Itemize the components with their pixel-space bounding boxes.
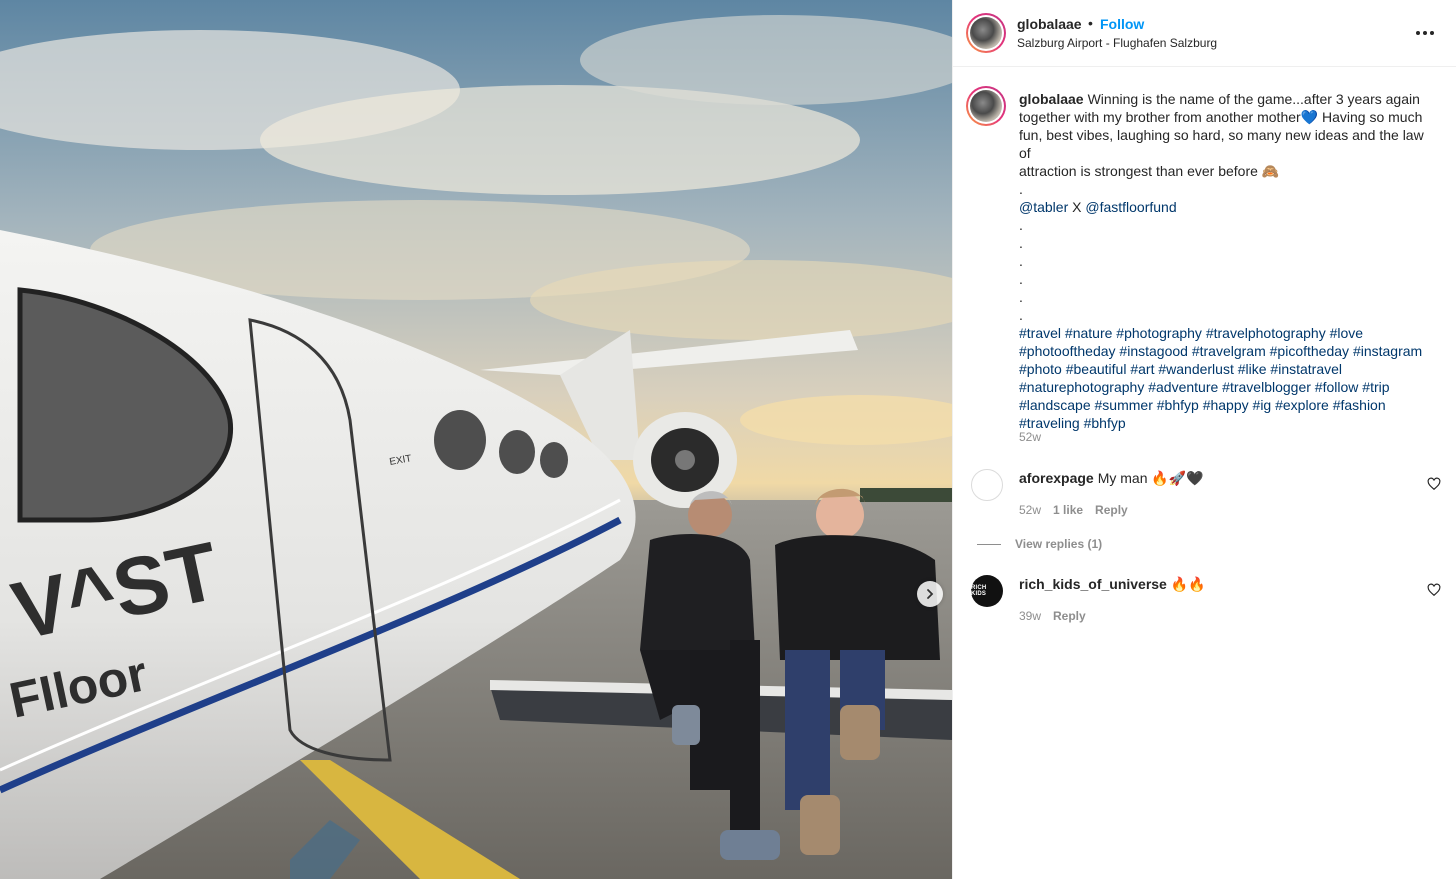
hashtag-line: #naturephotography #adventure #travelblo… xyxy=(1019,378,1439,396)
photo-illustration: EXIT V^ST FIloor xyxy=(0,0,952,879)
mention-tabler[interactable]: @tabler xyxy=(1019,199,1068,215)
view-replies-label[interactable]: View replies (1) xyxy=(1015,537,1102,551)
separator-dot: • xyxy=(1088,15,1093,31)
post-timestamp[interactable]: 52w xyxy=(1019,430,1041,444)
comment-likes[interactable]: 1 like xyxy=(1053,503,1083,517)
hashtag-link[interactable]: #travelblogger xyxy=(1222,379,1311,395)
comment-text: 🔥🔥 xyxy=(1170,576,1206,592)
caption-dot: . xyxy=(1019,235,1023,251)
heart-icon[interactable] xyxy=(1427,477,1441,491)
chevron-right-icon xyxy=(927,589,934,599)
hashtag-link[interactable]: #trip xyxy=(1362,379,1389,395)
hashtag-link[interactable]: #instagood xyxy=(1119,343,1188,359)
hashtag-line: #landscape #summer #bhfyp #happy #ig #ex… xyxy=(1019,396,1439,414)
post-location[interactable]: Salzburg Airport - Flughafen Salzburg xyxy=(1017,36,1217,50)
avatar-text: RICH KIDS xyxy=(971,585,987,597)
comment-username[interactable]: aforexpage xyxy=(1019,470,1094,486)
hashtag-line: #travel #nature #photography #travelphot… xyxy=(1019,324,1439,342)
hashtag-link[interactable]: #ig xyxy=(1253,397,1272,413)
hashtag-link[interactable]: #wanderlust xyxy=(1158,361,1234,377)
post-details-panel: globalaae • Follow Salzburg Airport - Fl… xyxy=(952,0,1456,879)
next-photo-button[interactable] xyxy=(917,581,943,607)
mention-separator: X xyxy=(1068,199,1086,215)
hashtag-link[interactable]: #photooftheday xyxy=(1019,343,1116,359)
heart-icon[interactable] xyxy=(1427,583,1441,597)
comment-time[interactable]: 52w xyxy=(1019,503,1041,517)
caption-dot: . xyxy=(1019,289,1023,305)
reply-button[interactable]: Reply xyxy=(1095,503,1128,517)
hashtag-link[interactable]: #picoftheday xyxy=(1270,343,1349,359)
post-caption: globalaae Winning is the name of the game… xyxy=(1019,90,1439,432)
hashtag-list: #travel #nature #photography #travelphot… xyxy=(1019,324,1439,432)
caption-dot: . xyxy=(1019,181,1023,197)
post-photo: EXIT V^ST FIloor xyxy=(0,0,952,879)
hashtag-link[interactable]: #adventure xyxy=(1148,379,1218,395)
hashtag-link[interactable]: #photography xyxy=(1116,325,1202,341)
comment-meta: 39w Reply xyxy=(1019,609,1086,623)
caption-line-2: together with my brother from another mo… xyxy=(1019,109,1423,125)
hashtag-link[interactable]: #love xyxy=(1330,325,1363,341)
replies-divider xyxy=(977,543,1001,545)
caption-dot: . xyxy=(1019,307,1023,323)
hashtag-link[interactable]: #landscape xyxy=(1019,397,1091,413)
follow-button[interactable]: Follow xyxy=(1100,16,1144,32)
caption-line-3: fun, best vibes, laughing so hard, so ma… xyxy=(1019,127,1424,161)
hashtag-link[interactable]: #like xyxy=(1238,361,1267,377)
hashtag-link[interactable]: #happy xyxy=(1203,397,1249,413)
comment-text: My man 🔥🚀🖤 xyxy=(1097,470,1204,486)
caption-username[interactable]: globalaae xyxy=(1019,91,1084,107)
hashtag-link[interactable]: #photo xyxy=(1019,361,1062,377)
caption-line-4: attraction is strongest than ever before… xyxy=(1019,163,1280,179)
reply-button[interactable]: Reply xyxy=(1053,609,1086,623)
hashtag-link[interactable]: #naturephotography xyxy=(1019,379,1144,395)
hashtag-link[interactable]: #bhfyp xyxy=(1084,415,1126,431)
header-username[interactable]: globalaae xyxy=(1017,16,1082,32)
hashtag-link[interactable]: #fashion xyxy=(1333,397,1386,413)
hashtag-link[interactable]: #art xyxy=(1130,361,1154,377)
hashtag-link[interactable]: #explore xyxy=(1275,397,1329,413)
hashtag-link[interactable]: #instagram xyxy=(1353,343,1422,359)
hashtag-link[interactable]: #travelgram xyxy=(1192,343,1266,359)
hashtag-link[interactable]: #summer xyxy=(1095,397,1153,413)
comment-username[interactable]: rich_kids_of_universe xyxy=(1019,576,1167,592)
caption-dot: . xyxy=(1019,271,1023,287)
mention-fastfloorfund[interactable]: @fastfloorfund xyxy=(1085,199,1176,215)
post-header: globalaae • Follow Salzburg Airport - Fl… xyxy=(953,0,1456,67)
comment-avatar[interactable]: RICH KIDS xyxy=(971,575,1003,607)
hashtag-link[interactable]: #nature xyxy=(1065,325,1112,341)
caption-line-1: Winning is the name of the game...after … xyxy=(1087,91,1420,107)
hashtag-link[interactable]: #travel xyxy=(1019,325,1061,341)
comment-meta: 52w 1 like Reply xyxy=(1019,503,1128,517)
more-options-icon[interactable] xyxy=(1413,24,1437,42)
hashtag-link[interactable]: #instatravel xyxy=(1270,361,1342,377)
hashtag-link[interactable]: #beautiful xyxy=(1066,361,1127,377)
comment-avatar[interactable] xyxy=(971,469,1003,501)
hashtag-link[interactable]: #traveling xyxy=(1019,415,1080,431)
hashtag-line: #traveling #bhfyp xyxy=(1019,414,1439,432)
hashtag-link[interactable]: #follow xyxy=(1315,379,1359,395)
hashtag-line: #photooftheday #instagood #travelgram #p… xyxy=(1019,342,1439,360)
caption-dot: . xyxy=(1019,217,1023,233)
hashtag-line: #photo #beautiful #art #wanderlust #like… xyxy=(1019,360,1439,378)
comment-time[interactable]: 39w xyxy=(1019,609,1041,623)
hashtag-link[interactable]: #bhfyp xyxy=(1157,397,1199,413)
instagram-post: EXIT V^ST FIloor globalaae • Follow Salz… xyxy=(0,0,1456,879)
avatar[interactable] xyxy=(966,13,1006,53)
caption-dot: . xyxy=(1019,253,1023,269)
view-replies-button[interactable]: View replies (1) xyxy=(977,537,1102,551)
caption-avatar[interactable] xyxy=(966,86,1006,126)
hashtag-link[interactable]: #travelphotography xyxy=(1206,325,1326,341)
